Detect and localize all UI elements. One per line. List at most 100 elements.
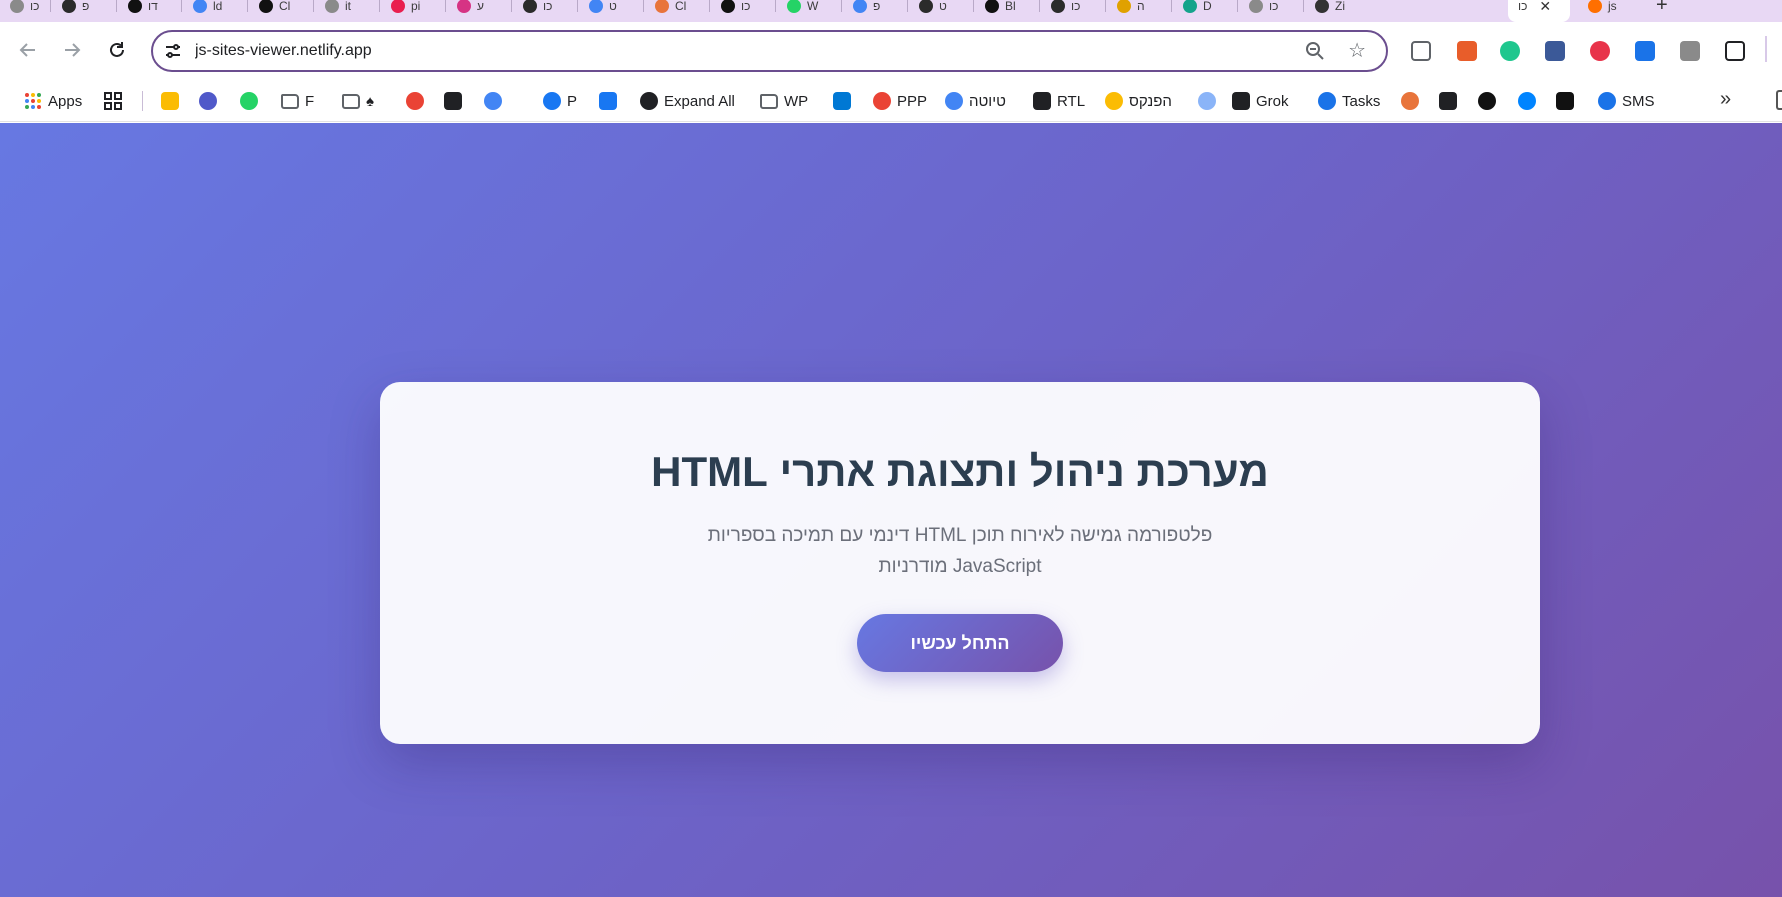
bookmark-item[interactable]: Expand All: [640, 90, 735, 112]
bookmark-item[interactable]: [1518, 90, 1536, 112]
arrow-left-icon: [19, 43, 35, 57]
bookmark-favicon-icon: [161, 92, 179, 110]
bookmark-item[interactable]: [1401, 90, 1419, 112]
browser-tab[interactable]: it: [315, 0, 381, 22]
reload-icon: [110, 42, 124, 57]
browser-tab[interactable]: ט: [909, 0, 975, 22]
browser-tab[interactable]: כו: [1239, 0, 1305, 22]
tab-favicon-icon: [457, 0, 471, 13]
bookmark-item[interactable]: Grok: [1232, 90, 1289, 112]
bookmark-star-icon[interactable]: ☆: [1348, 38, 1366, 63]
tab-title: pi: [411, 0, 421, 13]
tab-title: W: [807, 0, 819, 13]
browser-tab[interactable]: Zi: [1305, 0, 1371, 22]
browser-tab[interactable]: כו: [513, 0, 579, 22]
bookmarks-overflow-button[interactable]: »: [1720, 88, 1731, 111]
browser-tab[interactable]: Bl: [975, 0, 1041, 22]
bookmark-item[interactable]: ♠: [342, 90, 374, 112]
forward-button[interactable]: [58, 36, 86, 64]
bookmark-item[interactable]: [484, 90, 502, 112]
browser-tab[interactable]: כו: [711, 0, 777, 22]
extension-icon[interactable]: [1457, 41, 1477, 61]
bookmark-item[interactable]: [199, 90, 217, 112]
bookmark-favicon-icon: [199, 92, 217, 110]
browser-tab[interactable]: D: [1173, 0, 1239, 22]
bookmark-tab-groups[interactable]: [104, 90, 122, 112]
bookmark-item[interactable]: [240, 90, 258, 112]
extension-icon[interactable]: [1725, 41, 1745, 61]
tab-favicon-icon: [787, 0, 801, 13]
extension-icon[interactable]: [1590, 41, 1610, 61]
back-button[interactable]: [14, 36, 42, 64]
tab-favicon-icon: [259, 0, 273, 13]
tab-favicon-icon: [62, 0, 76, 13]
active-tab[interactable]: כו ✕: [1508, 0, 1570, 22]
extension-icon[interactable]: [1500, 41, 1520, 61]
browser-tab[interactable]: ld: [183, 0, 249, 22]
browser-tab[interactable]: פ: [843, 0, 909, 22]
extension-icon[interactable]: [1411, 41, 1431, 61]
bookmark-label: ♠: [366, 92, 374, 110]
bookmark-item[interactable]: SMS: [1598, 90, 1655, 112]
zoom-icon[interactable]: [1304, 40, 1326, 62]
browser-tab[interactable]: W: [777, 0, 843, 22]
bookmark-item[interactable]: טיוטה: [945, 90, 1006, 112]
bookmark-item[interactable]: [444, 90, 462, 112]
bookmark-item[interactable]: [406, 90, 424, 112]
reload-button[interactable]: [103, 36, 131, 64]
page-background: מערכת ניהול ותצוגת אתרי HTML פלטפורמה גמ…: [0, 123, 1782, 897]
site-settings-icon[interactable]: [163, 41, 183, 61]
bookmark-apps[interactable]: Apps: [24, 90, 82, 112]
extension-icon[interactable]: [1635, 41, 1655, 61]
bookmark-item[interactable]: PPP: [873, 90, 927, 112]
browser-tab[interactable]: ט: [579, 0, 645, 22]
browser-tab[interactable]: פ: [52, 0, 118, 22]
bookmark-item[interactable]: [833, 90, 851, 112]
tab-title: כו: [30, 0, 40, 13]
active-tab-title: כו: [1518, 0, 1528, 13]
tab-separator: [50, 0, 51, 12]
bookmark-item[interactable]: [161, 90, 179, 112]
bookmark-favicon-icon: [599, 92, 617, 110]
url-input[interactable]: [195, 39, 1095, 63]
tab-title: it: [345, 0, 351, 13]
bookmark-favicon-icon: [543, 92, 561, 110]
tab-favicon-icon: [391, 0, 405, 13]
tab-title: דו: [148, 0, 158, 13]
address-bar[interactable]: ☆: [151, 30, 1388, 72]
browser-tab[interactable]: כו: [1041, 0, 1107, 22]
browser-tab[interactable]: pi: [381, 0, 447, 22]
toolbar-divider: [1765, 36, 1767, 62]
bookmark-label: RTL: [1057, 92, 1086, 110]
bookmark-item[interactable]: RTL: [1033, 90, 1085, 112]
bookmark-item[interactable]: [1439, 90, 1457, 112]
bookmark-item[interactable]: WP: [760, 90, 808, 112]
browser-tab[interactable]: js: [1578, 0, 1644, 22]
extension-icon[interactable]: [1680, 41, 1700, 61]
hero-card: מערכת ניהול ותצוגת אתרי HTML פלטפורמה גמ…: [380, 382, 1540, 744]
browser-tab[interactable]: דו: [118, 0, 184, 22]
new-tab-button[interactable]: +: [1656, 0, 1668, 17]
bookmark-favicon-icon: [240, 92, 258, 110]
tab-title: ט: [939, 0, 947, 13]
start-now-button[interactable]: התחל עכשיו: [857, 614, 1063, 672]
browser-tab[interactable]: ע: [447, 0, 513, 22]
bookmark-item[interactable]: [1478, 90, 1496, 112]
bookmark-item[interactable]: Tasks: [1318, 90, 1380, 112]
extension-icon[interactable]: [1545, 41, 1565, 61]
reading-list-icon[interactable]: [1776, 90, 1782, 110]
bookmark-item[interactable]: [1198, 90, 1216, 112]
tab-title: ע: [477, 0, 484, 13]
bookmark-item[interactable]: [1556, 90, 1574, 112]
tab-favicon-icon: [919, 0, 933, 13]
close-tab-icon[interactable]: ✕: [1539, 0, 1551, 15]
bookmark-item[interactable]: P: [543, 90, 577, 112]
bookmark-item[interactable]: F: [281, 90, 314, 112]
browser-tab[interactable]: Cl: [249, 0, 315, 22]
tab-title: Zi: [1335, 0, 1345, 13]
bookmark-label: SMS: [1622, 92, 1655, 110]
bookmark-item[interactable]: הפנקס: [1105, 90, 1172, 112]
browser-tab[interactable]: ה: [1107, 0, 1173, 22]
bookmark-item[interactable]: [599, 90, 617, 112]
browser-tab[interactable]: Cl: [645, 0, 711, 22]
